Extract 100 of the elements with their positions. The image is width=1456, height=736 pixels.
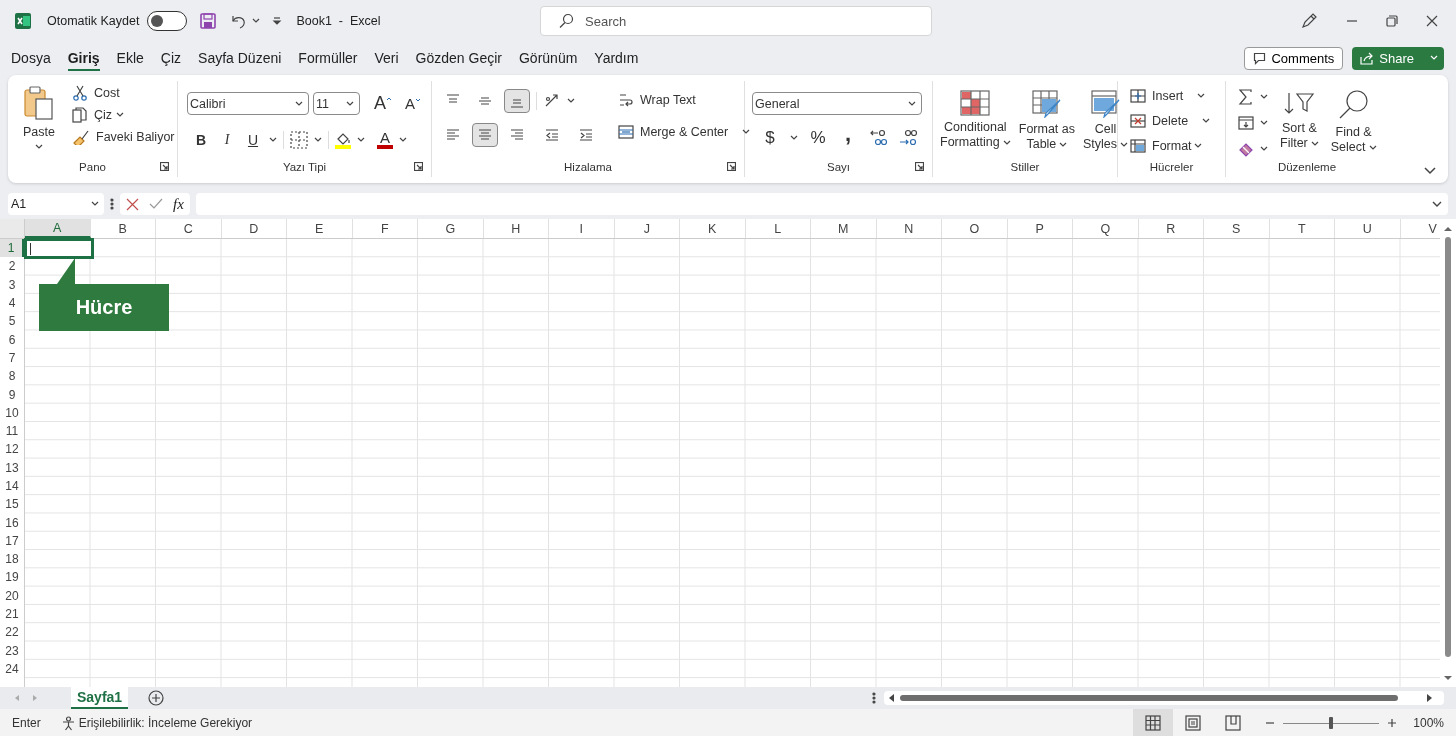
column-header[interactable]: F xyxy=(352,219,418,238)
row-header[interactable]: 10 xyxy=(0,403,24,422)
ribbon-button[interactable]: Format xyxy=(1130,138,1192,154)
save-icon[interactable] xyxy=(199,12,218,30)
column-header[interactable]: R xyxy=(1138,219,1204,238)
ribbon-button[interactable]: Delete xyxy=(1130,113,1189,129)
italic-button[interactable]: I xyxy=(217,129,237,151)
column-header[interactable]: C xyxy=(156,219,222,238)
column-header[interactable]: J xyxy=(614,219,680,238)
autosave-toggle[interactable] xyxy=(147,11,188,31)
menu-tab[interactable]: Dosya xyxy=(11,45,51,71)
align-button[interactable] xyxy=(472,123,498,147)
percent-button[interactable]: % xyxy=(808,127,828,149)
check-icon[interactable] xyxy=(149,198,163,210)
caret-icon[interactable] xyxy=(908,100,916,107)
comments-button[interactable]: Comments xyxy=(1244,46,1344,70)
zoom-in-icon[interactable] xyxy=(1387,718,1398,728)
dialog-launcher-icon[interactable] xyxy=(915,162,924,171)
cancel-icon[interactable] xyxy=(126,197,139,211)
selected-cell[interactable] xyxy=(24,238,94,259)
horizontal-scrollbar[interactable] xyxy=(884,691,1444,705)
caret-icon[interactable] xyxy=(567,98,575,104)
ribbon-button[interactable]: Cost xyxy=(72,85,120,101)
orientation-icon[interactable] xyxy=(543,93,561,109)
more-options-icon[interactable] xyxy=(110,198,114,210)
increase-decimal-icon[interactable] xyxy=(868,129,888,147)
column-header[interactable]: O xyxy=(942,219,1008,238)
column-header[interactable]: M xyxy=(811,219,877,238)
caret-icon[interactable] xyxy=(1202,118,1211,124)
row-header[interactable]: 7 xyxy=(0,348,24,368)
row-header[interactable]: 8 xyxy=(0,367,24,386)
ribbon-button[interactable]: Format as Table xyxy=(1018,90,1075,152)
column-header[interactable]: I xyxy=(549,219,615,238)
pen-icon[interactable] xyxy=(1300,12,1318,30)
dialog-launcher-icon[interactable] xyxy=(727,162,736,171)
menu-tab[interactable]: Çiz xyxy=(160,45,182,71)
fill-down-icon[interactable] xyxy=(1238,115,1254,131)
caret-icon[interactable] xyxy=(1197,93,1206,99)
caret-icon[interactable] xyxy=(357,137,365,143)
grow-font-button[interactable]: A xyxy=(370,92,396,115)
menu-tab[interactable]: Veri xyxy=(374,45,399,71)
row-header[interactable]: 11 xyxy=(0,421,24,441)
paste-button[interactable]: Paste xyxy=(18,85,60,150)
caret-icon[interactable] xyxy=(295,100,303,107)
more-options-icon[interactable] xyxy=(872,692,876,704)
row-header[interactable]: 6 xyxy=(0,330,24,349)
row-header[interactable]: 14 xyxy=(0,476,24,496)
sum-icon[interactable] xyxy=(1238,89,1254,105)
customize-toolbar-icon[interactable] xyxy=(272,16,283,26)
share-button[interactable]: Share xyxy=(1352,46,1444,70)
underline-button[interactable]: U xyxy=(243,129,263,151)
insert-function-button[interactable]: fx xyxy=(173,195,184,213)
row-header[interactable]: 2 xyxy=(0,257,24,276)
collapse-ribbon-icon[interactable] xyxy=(1424,167,1436,175)
row-header[interactable]: 20 xyxy=(0,586,24,605)
accessibility-status[interactable]: Erişilebilirlik: İnceleme Gerekiyor xyxy=(78,716,253,730)
row-header[interactable]: 21 xyxy=(0,604,24,624)
font-size-dropdown[interactable]: 11 xyxy=(313,92,360,115)
menu-tab[interactable]: Sayfa Düzeni xyxy=(198,45,282,71)
column-header[interactable]: S xyxy=(1204,219,1270,238)
column-header[interactable]: L xyxy=(745,219,811,238)
dialog-launcher-icon[interactable] xyxy=(414,162,423,171)
ribbon-button[interactable]: Insert xyxy=(1130,88,1184,104)
row-header[interactable]: 13 xyxy=(0,458,24,477)
column-header[interactable]: G xyxy=(418,219,484,238)
row-header[interactable]: 24 xyxy=(0,659,24,679)
wrap-text-button[interactable]: Wrap Text xyxy=(618,92,751,108)
menu-tab[interactable]: Gözden Geçir xyxy=(415,45,502,71)
row-header[interactable]: 15 xyxy=(0,495,24,514)
caret-icon[interactable] xyxy=(252,18,261,24)
caret-icon[interactable] xyxy=(35,144,43,150)
column-header[interactable]: T xyxy=(1269,219,1335,238)
decrease-indent-icon[interactable] xyxy=(544,127,560,143)
expand-icon[interactable] xyxy=(1432,200,1442,208)
close-icon[interactable] xyxy=(1426,15,1438,27)
menu-tab[interactable]: Giriş xyxy=(67,45,100,71)
caret-icon[interactable] xyxy=(1260,120,1268,126)
menu-tab[interactable]: Ekle xyxy=(116,45,144,71)
caret-icon[interactable] xyxy=(399,137,407,143)
search-field[interactable]: Search xyxy=(540,6,932,36)
comma-style-button[interactable]: , xyxy=(838,127,858,149)
eraser-icon[interactable] xyxy=(1238,141,1254,157)
ribbon-button[interactable]: Conditional Formatting xyxy=(940,90,1011,150)
caret-icon[interactable] xyxy=(1260,94,1268,100)
caret-icon[interactable] xyxy=(314,137,322,143)
ribbon-button[interactable]: Faveki Baliyor xyxy=(72,129,175,145)
fill-color-button[interactable] xyxy=(335,131,351,149)
zoom-slider-thumb[interactable] xyxy=(1329,717,1334,729)
row-header[interactable]: 17 xyxy=(0,531,24,551)
caret-icon[interactable] xyxy=(790,135,798,141)
row-header[interactable]: 23 xyxy=(0,641,24,660)
currency-button[interactable]: $ xyxy=(760,127,780,149)
ribbon-button[interactable]: Çiz xyxy=(72,107,113,123)
column-header[interactable]: D xyxy=(221,219,287,238)
row-header[interactable]: 18 xyxy=(0,550,24,569)
column-header[interactable]: N xyxy=(876,219,942,238)
font-name-dropdown[interactable]: Calibri xyxy=(187,92,309,115)
restore-icon[interactable] xyxy=(1386,15,1398,27)
borders-icon[interactable] xyxy=(290,131,308,149)
column-header[interactable]: U xyxy=(1335,219,1401,238)
